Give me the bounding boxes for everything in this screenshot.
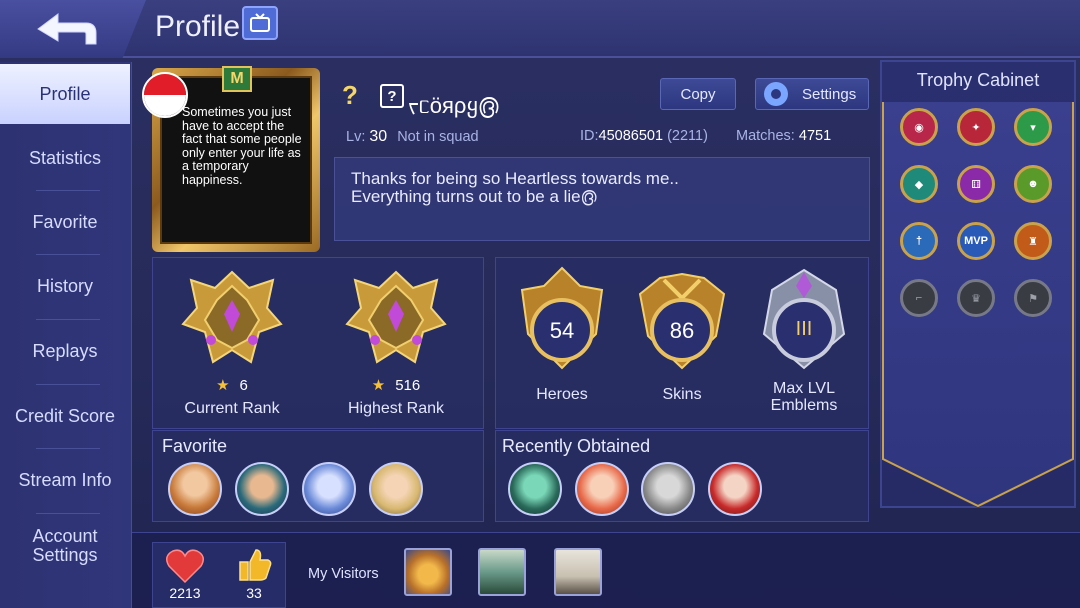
favorite-hero-avatar[interactable] bbox=[369, 462, 423, 516]
flag-trophy-icon[interactable]: ⚑ bbox=[1014, 279, 1052, 317]
highest-rank-stars: 516 bbox=[395, 377, 421, 394]
sidebar-divider bbox=[36, 384, 100, 385]
trophy-cabinet-title: Trophy Cabinet bbox=[916, 70, 1040, 90]
sidebar-item-stream-info[interactable]: Stream Info bbox=[0, 450, 130, 510]
highest-rank-label: Highest Rank bbox=[347, 400, 445, 417]
mvp-trophy-icon[interactable]: MVP bbox=[957, 222, 995, 260]
profile-info-row: Lv: 30 Not in squad ID:45086501 (2211) M… bbox=[346, 128, 876, 146]
highest-rank[interactable]: ★ 516 Highest Rank bbox=[321, 258, 471, 418]
level-value: 30 bbox=[369, 128, 388, 145]
skins-count: 86 bbox=[669, 318, 695, 343]
skins-badge-icon: 86 bbox=[634, 264, 730, 384]
sidebar-item-credit-score[interactable]: Credit Score bbox=[0, 386, 130, 446]
recent-skin-avatar[interactable] bbox=[708, 462, 762, 516]
visitor-avatar[interactable] bbox=[478, 548, 526, 596]
recent-skin-avatar[interactable] bbox=[508, 462, 562, 516]
rank-panel: ★ 6 Current Rank ★ 516 Highest Rank bbox=[152, 257, 484, 429]
hearts-count: 2213 bbox=[169, 585, 201, 601]
emblems-stat[interactable]: III Max LVL Emblems bbox=[754, 264, 854, 414]
favorite-hero-avatar[interactable] bbox=[168, 462, 222, 516]
sidebar-item-statistics[interactable]: Statistics bbox=[0, 128, 130, 188]
emblem-badge-icon: III bbox=[756, 264, 852, 384]
visitor-avatar[interactable] bbox=[404, 548, 452, 596]
settings-button[interactable]: Settings bbox=[755, 78, 869, 110]
sidebar-divider bbox=[36, 448, 100, 449]
gem-trophy-icon[interactable]: ◆ bbox=[900, 165, 938, 203]
current-rank[interactable]: ★ 6 Current Rank bbox=[157, 258, 307, 418]
thumbs-count: 33 bbox=[246, 585, 262, 601]
player-name: ᡕᥴöяρყ൫ bbox=[408, 93, 499, 118]
my-visitors-label: My Visitors bbox=[308, 566, 379, 582]
favorite-hero-avatar[interactable] bbox=[302, 462, 356, 516]
thumbs-up-icon[interactable] bbox=[236, 548, 272, 582]
gear-icon bbox=[764, 82, 788, 106]
settings-button-label: Settings bbox=[802, 85, 857, 103]
current-rank-label: Current Rank bbox=[184, 400, 280, 417]
sidebar-divider bbox=[36, 190, 100, 191]
mythic-rank-icon bbox=[177, 266, 287, 376]
boot-trophy-icon[interactable]: ⌐ bbox=[900, 279, 938, 317]
skins-label: Skins bbox=[662, 386, 702, 403]
collection-stats-panel: 54 Heroes 86 Skins III Max LVL Emblems bbox=[495, 257, 869, 429]
heroes-badge-icon: 54 bbox=[514, 264, 610, 384]
emblems-label-line-2: Emblems bbox=[770, 397, 838, 414]
heart-icon[interactable] bbox=[165, 548, 205, 584]
matches-count: 4751 bbox=[798, 128, 832, 144]
sidebar-item-profile[interactable]: Profile bbox=[0, 64, 130, 124]
id-label: ID: bbox=[580, 128, 599, 144]
sidebar-divider bbox=[36, 319, 100, 320]
country-flag-icon bbox=[142, 72, 188, 118]
bio-box[interactable]: Thanks for being so Heartless towards me… bbox=[334, 157, 870, 241]
player-id: 45086501 bbox=[598, 128, 664, 144]
matches-label: Matches: bbox=[736, 128, 795, 144]
friends-trophy-icon[interactable]: ☻ bbox=[1014, 165, 1052, 203]
heroes-stat[interactable]: 54 Heroes bbox=[512, 264, 612, 403]
sword-trophy-icon[interactable]: † bbox=[900, 222, 938, 260]
copy-button[interactable]: Copy bbox=[660, 78, 736, 110]
recently-obtained-title: Recently Obtained bbox=[502, 436, 651, 456]
sidebar-item-favorite[interactable]: Favorite bbox=[0, 192, 130, 252]
sidebar-item-history[interactable]: History bbox=[0, 256, 130, 316]
visitor-avatar[interactable] bbox=[554, 548, 602, 596]
mythic-rank-icon bbox=[341, 266, 451, 376]
tv-icon[interactable] bbox=[242, 6, 278, 40]
bio-line-2: Everything turns out to be a lie൫ bbox=[351, 187, 597, 206]
level-label: Lv: bbox=[346, 129, 366, 145]
sidebar: Profile Statistics Favorite History Repl… bbox=[0, 62, 132, 608]
heroes-label: Heroes bbox=[536, 386, 588, 403]
bio-line-1: Thanks for being so Heartless towards me… bbox=[351, 169, 679, 188]
sidebar-item-replays[interactable]: Replays bbox=[0, 321, 130, 381]
frame-emblem-icon: M bbox=[222, 66, 252, 92]
claw-trophy-icon[interactable]: ✦ bbox=[957, 108, 995, 146]
emblem-level: III bbox=[795, 318, 813, 340]
squad-status: Not in squad bbox=[397, 129, 479, 145]
back-arrow-icon bbox=[37, 13, 97, 45]
shirt-trophy-icon[interactable]: ▾ bbox=[1014, 108, 1052, 146]
favorite-title: Favorite bbox=[162, 436, 228, 456]
back-button[interactable] bbox=[0, 0, 146, 58]
sidebar-item-account-settings[interactable]: Account Settings bbox=[0, 516, 130, 576]
name-badge-icon: ? bbox=[380, 84, 404, 108]
skins-stat[interactable]: 86 Skins bbox=[632, 264, 732, 403]
server-id: (2211) bbox=[667, 128, 708, 144]
current-rank-stars: 6 bbox=[239, 377, 248, 394]
heroes-count: 54 bbox=[549, 318, 575, 343]
favorite-hero-avatar[interactable] bbox=[235, 462, 289, 516]
help-icon[interactable]: ? bbox=[342, 80, 358, 111]
tower-trophy-icon[interactable]: ♜ bbox=[1014, 222, 1052, 260]
cup-trophy-icon[interactable]: ♛ bbox=[957, 279, 995, 317]
recent-skin-avatar[interactable] bbox=[641, 462, 695, 516]
eye-trophy-icon[interactable]: ◉ bbox=[900, 108, 938, 146]
sidebar-divider bbox=[36, 254, 100, 255]
dice-trophy-icon[interactable]: ⚅ bbox=[957, 165, 995, 203]
recent-skin-avatar[interactable] bbox=[575, 462, 629, 516]
sidebar-divider bbox=[36, 513, 100, 514]
page-title: Profile bbox=[155, 10, 241, 43]
